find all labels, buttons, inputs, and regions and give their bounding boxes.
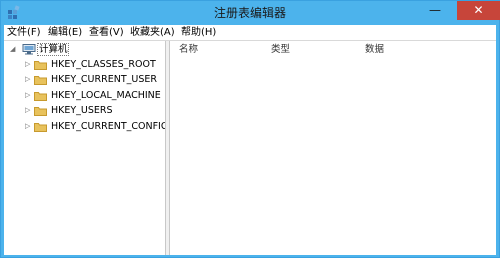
tree-node-label: HKEY_CLASSES_ROOT [51, 59, 156, 70]
expand-arrow-icon[interactable]: ▷ [25, 119, 33, 134]
folder-icon [34, 76, 47, 85]
tree-node-hkey-local-machine[interactable]: ▷ HKEY_LOCAL_MACHINE [4, 88, 164, 103]
tree-node-label: HKEY_CURRENT_CONFIG [51, 121, 169, 132]
column-header-type[interactable]: 类型 [271, 42, 290, 58]
column-header-data[interactable]: 数据 [365, 42, 384, 58]
expand-arrow-icon[interactable]: ▷ [25, 57, 33, 72]
menu-favorites[interactable]: 收藏夹(A) [130, 25, 175, 40]
computer-icon [22, 44, 36, 55]
expand-arrow-icon[interactable]: ▷ [25, 103, 33, 118]
tree-node-label: 计算机 [39, 44, 68, 55]
tree-node-label: HKEY_CURRENT_USER [51, 74, 157, 85]
folder-icon [34, 61, 47, 70]
folder-icon [34, 123, 47, 132]
registry-editor-window: 注册表编辑器 — ☐ ✕ 文件(F) 编辑(E) 查看(V) 收藏夹(A) 帮助… [0, 0, 500, 258]
registry-tree[interactable]: ◢ 计算机 ▷ HKEY_CLASSES_ROOT ▷ HKEY_CURRENT… [4, 41, 168, 255]
close-button[interactable]: ✕ [457, 1, 500, 20]
menu-view[interactable]: 查看(V) [89, 25, 124, 40]
tree-node-label: HKEY_USERS [51, 105, 113, 116]
menu-bar: 文件(F) 编辑(E) 查看(V) 收藏夹(A) 帮助(H) [4, 25, 496, 41]
menu-help[interactable]: 帮助(H) [181, 25, 216, 40]
content-area: ◢ 计算机 ▷ HKEY_CLASSES_ROOT ▷ HKEY_CURRENT… [4, 41, 496, 255]
tree-node-label: HKEY_LOCAL_MACHINE [51, 90, 161, 101]
tree-node-computer[interactable]: ◢ 计算机 [4, 42, 164, 57]
minimize-button[interactable]: — [422, 1, 448, 20]
title-bar[interactable]: 注册表编辑器 — ☐ ✕ [1, 1, 500, 25]
tree-node-hkey-classes-root[interactable]: ▷ HKEY_CLASSES_ROOT [4, 57, 164, 72]
folder-icon [34, 92, 47, 101]
values-list[interactable]: 名称 类型 数据 [170, 41, 496, 255]
menu-file[interactable]: 文件(F) [7, 25, 41, 40]
tree-node-hkey-current-config[interactable]: ▷ HKEY_CURRENT_CONFIG [4, 119, 168, 134]
tree-node-hkey-current-user[interactable]: ▷ HKEY_CURRENT_USER [4, 72, 164, 87]
collapse-arrow-icon[interactable]: ◢ [10, 42, 18, 57]
expand-arrow-icon[interactable]: ▷ [25, 88, 33, 103]
menu-edit[interactable]: 编辑(E) [48, 25, 82, 40]
folder-icon [34, 107, 47, 116]
expand-arrow-icon[interactable]: ▷ [25, 72, 33, 87]
tree-node-hkey-users[interactable]: ▷ HKEY_USERS [4, 103, 164, 118]
column-header-name[interactable]: 名称 [179, 42, 198, 58]
